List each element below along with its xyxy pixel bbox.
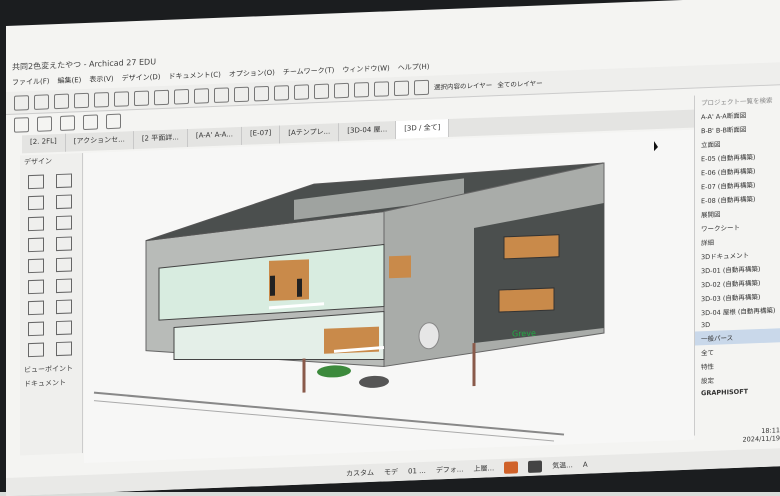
person-figure-2 xyxy=(297,278,302,297)
language-indicator[interactable]: A xyxy=(583,461,588,469)
layer-selection-label[interactable]: 選択内容のレイヤー xyxy=(434,79,492,91)
status-model[interactable]: モデ xyxy=(384,467,398,478)
menu-edit[interactable]: 編集(E) xyxy=(58,75,82,90)
weather-label: 気温... xyxy=(552,461,573,471)
status-floor[interactable]: 01 ... xyxy=(408,467,426,476)
clock-date: 2024/11/19 xyxy=(742,434,780,444)
grid-icon[interactable] xyxy=(154,89,169,105)
lamp-tool-icon[interactable] xyxy=(56,320,72,336)
building-sign: Greve xyxy=(512,329,536,339)
angle-icon[interactable] xyxy=(114,90,129,107)
document-icon[interactable] xyxy=(106,113,121,129)
menu-design[interactable]: デザイン(D) xyxy=(122,72,161,87)
clock-icon[interactable] xyxy=(294,83,309,100)
tab-template[interactable]: [Aテンプレ... xyxy=(280,123,340,144)
wood-panel-2 xyxy=(389,255,411,279)
tab-e07[interactable]: [E-07] xyxy=(241,125,281,145)
tab-3d-04[interactable]: [3D-04 屋... xyxy=(339,121,397,142)
document-section-label[interactable]: ドキュメント xyxy=(20,375,82,391)
morph-tool-icon[interactable] xyxy=(56,299,72,315)
rect-icon[interactable] xyxy=(174,88,189,105)
skylight-tool-icon[interactable] xyxy=(56,278,72,294)
rotate-icon[interactable] xyxy=(14,116,29,133)
toolbox: デザイン ビューポイント ドキュメント xyxy=(20,153,83,456)
orbit-icon[interactable] xyxy=(37,115,52,132)
window-frame-upper xyxy=(503,234,560,260)
railing-tool-icon[interactable] xyxy=(56,236,72,252)
home-icon[interactable] xyxy=(394,80,409,96)
status-custom[interactable]: カスタム xyxy=(346,468,374,479)
resize-icon[interactable] xyxy=(234,86,249,102)
slab-tool-icon[interactable] xyxy=(56,194,72,210)
arrow-tool-icon[interactable] xyxy=(54,93,69,109)
screen: 共同2色変えたやつ - Archicad 27 EDU ファイル(F) 編集(E… xyxy=(6,0,780,496)
shell-tool-icon[interactable] xyxy=(56,215,72,231)
status-default[interactable]: デフォ... xyxy=(436,464,464,475)
cross-icon[interactable] xyxy=(314,83,329,99)
label-tool-icon[interactable] xyxy=(56,341,72,357)
roof-tool-icon[interactable] xyxy=(28,216,44,232)
gear-icon[interactable] xyxy=(254,85,269,101)
building-model: Greve xyxy=(93,141,658,442)
3d-viewport[interactable]: Greve xyxy=(84,129,694,464)
all-layers-label[interactable]: 全てのレイヤー xyxy=(497,77,542,89)
grey-car xyxy=(359,375,389,388)
curtain-wall-tool-icon[interactable] xyxy=(28,258,44,274)
undo-icon[interactable] xyxy=(14,94,29,111)
tab-section-aa[interactable]: [A-A' A-A... xyxy=(187,126,242,148)
menu-view[interactable]: 表示(V) xyxy=(89,74,113,89)
walk-icon[interactable] xyxy=(334,82,349,98)
sculpture xyxy=(418,322,440,350)
layer-icon[interactable] xyxy=(414,79,429,95)
window-tool-icon[interactable] xyxy=(28,279,44,295)
flag-icon[interactable] xyxy=(374,80,389,97)
design-tools xyxy=(20,167,82,363)
archicad-taskbar-icon[interactable] xyxy=(504,461,519,474)
mesh-tool-icon[interactable] xyxy=(28,342,44,358)
tab-plan-detail[interactable]: [2 平面詳... xyxy=(133,129,188,150)
tab-action[interactable]: [アクションセ... xyxy=(65,131,134,152)
measure-icon[interactable] xyxy=(274,84,289,101)
tab-2fl[interactable]: [2. 2FL] xyxy=(22,133,66,154)
ruler-icon[interactable] xyxy=(354,81,369,98)
ground-line xyxy=(93,391,565,436)
heart-icon[interactable] xyxy=(60,114,75,131)
menu-help[interactable]: ヘルプ(H) xyxy=(398,62,430,77)
column-tool-icon[interactable] xyxy=(56,173,72,189)
menu-file[interactable]: ファイル(F) xyxy=(12,76,50,91)
green-car xyxy=(317,365,351,378)
wall-tool-icon[interactable] xyxy=(28,174,44,190)
graphisoft-logo: GRAPHISOFT xyxy=(701,387,749,398)
mouse-cursor-icon xyxy=(654,141,658,152)
navigator-panel: プロジェクト一覧を検索 A-A' A-A断面図 B-B' B-B断面図 立面図 … xyxy=(694,91,780,436)
door-tool-icon[interactable] xyxy=(56,257,72,273)
object-tool-icon[interactable] xyxy=(28,321,44,337)
align-icon[interactable] xyxy=(214,86,229,103)
window-frame-lower xyxy=(498,287,555,313)
status-top[interactable]: 上層... xyxy=(474,463,495,474)
camera-icon[interactable] xyxy=(83,113,98,130)
tab-3d-all[interactable]: [3D / 全て] xyxy=(396,118,450,140)
person-figure-1 xyxy=(270,275,275,296)
redo-icon[interactable] xyxy=(34,93,49,110)
zone-tool-icon[interactable] xyxy=(28,300,44,316)
ground-line-2 xyxy=(93,400,555,442)
line-icon[interactable] xyxy=(134,90,149,106)
pencil-icon[interactable] xyxy=(74,92,89,108)
person-icon[interactable] xyxy=(194,87,209,104)
gear-taskbar-icon[interactable] xyxy=(528,460,543,473)
system-clock[interactable]: 18:11 2024/11/19 xyxy=(743,426,780,443)
pick-icon[interactable] xyxy=(94,91,109,108)
beam-tool-icon[interactable] xyxy=(28,195,44,211)
stair-tool-icon[interactable] xyxy=(28,237,44,253)
